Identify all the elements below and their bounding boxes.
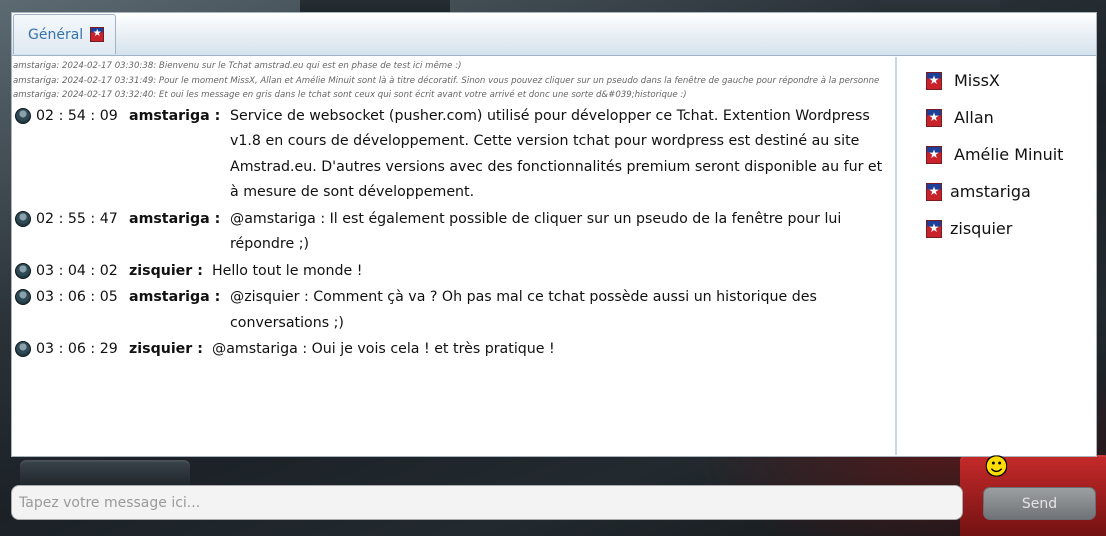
- message-list: amstariga: 2024-02-17 03:30:38: Bienvenu…: [12, 57, 897, 455]
- chat-message: 02 : 54 : 09 amstariga : Service de webs…: [12, 104, 895, 206]
- tab-general[interactable]: Général: [13, 14, 116, 54]
- message-text: @amstariga : Il est également possible d…: [230, 210, 842, 253]
- message-time: 03 : 04 : 02: [36, 262, 118, 279]
- message-time: 03 : 06 : 29: [36, 341, 118, 357]
- message-nick[interactable]: amstariga :: [129, 285, 230, 336]
- user-avatar-icon: [15, 289, 31, 305]
- message-nick[interactable]: amstariga :: [129, 104, 230, 206]
- emoji-picker-icon[interactable]: ☻: [985, 456, 1015, 480]
- amstrad-flag-icon: [926, 108, 942, 127]
- user-name: amstariga: [950, 182, 1031, 201]
- message-input[interactable]: [11, 485, 963, 520]
- amstrad-flag-icon: [926, 145, 942, 164]
- amstrad-flag-icon: [926, 219, 942, 238]
- history-line: amstariga: 2024-02-17 03:30:38: Bienvenu…: [13, 61, 462, 71]
- user-list-item[interactable]: zisquier: [897, 210, 1096, 247]
- user-avatar-icon: [15, 262, 31, 279]
- send-button[interactable]: Send: [983, 487, 1096, 520]
- amstrad-flag-icon: [926, 71, 942, 90]
- message-nick[interactable]: zisquier :: [129, 337, 212, 363]
- amstrad-flag-icon: [90, 26, 105, 42]
- user-avatar-icon: [15, 341, 31, 357]
- chat-message: 02 : 55 : 47 amstariga : @amstariga : Il…: [12, 207, 895, 258]
- message-nick[interactable]: zisquier :: [129, 259, 212, 285]
- user-name: zisquier: [950, 219, 1013, 238]
- user-name: Amélie Minuit: [954, 145, 1064, 164]
- message-text: Service de websocket (pusher.com) utilis…: [230, 107, 883, 201]
- message-text: Hello tout le monde !: [212, 262, 363, 279]
- tab-bar: Général: [12, 13, 1096, 56]
- chat-message: 03 : 06 : 05 amstariga : @zisquier : Com…: [12, 285, 895, 336]
- message-time: 02 : 54 : 09: [36, 107, 118, 124]
- chat-message: 03 : 06 : 29 zisquier : @amstariga : Oui…: [12, 337, 895, 363]
- user-name: MissX: [954, 71, 1000, 90]
- user-list: MissX Allan Amélie Minuit amstariga zisq…: [897, 57, 1096, 455]
- message-time: 03 : 06 : 05: [36, 289, 118, 305]
- tab-general-label: Général: [28, 26, 84, 43]
- user-avatar-icon: [15, 210, 31, 227]
- message-nick[interactable]: amstariga :: [129, 207, 230, 258]
- message-time: 02 : 55 : 47: [36, 210, 118, 227]
- chat-window: Général amstariga: 2024-02-17 03:30:38: …: [11, 12, 1097, 457]
- history-line: amstariga: 2024-02-17 03:32:40: Et oui l…: [13, 90, 687, 100]
- history-line: amstariga: 2024-02-17 03:31:49: Pour le …: [13, 75, 880, 86]
- user-list-item[interactable]: amstariga: [897, 173, 1096, 210]
- user-avatar-icon: [15, 107, 31, 124]
- user-name: Allan: [954, 108, 994, 127]
- history-lines: amstariga: 2024-02-17 03:30:38: Bienvenu…: [12, 57, 895, 103]
- user-list-item[interactable]: Amélie Minuit: [897, 136, 1096, 173]
- message-text: @zisquier : Comment çà va ? Oh pas mal c…: [230, 289, 817, 331]
- user-list-item[interactable]: Allan: [897, 99, 1096, 136]
- user-list-item[interactable]: MissX: [897, 62, 1096, 99]
- message-text: @amstariga : Oui je vois cela ! et très …: [212, 341, 555, 357]
- amstrad-flag-icon: [926, 182, 942, 201]
- chat-message: 03 : 04 : 02 zisquier : Hello tout le mo…: [12, 259, 895, 285]
